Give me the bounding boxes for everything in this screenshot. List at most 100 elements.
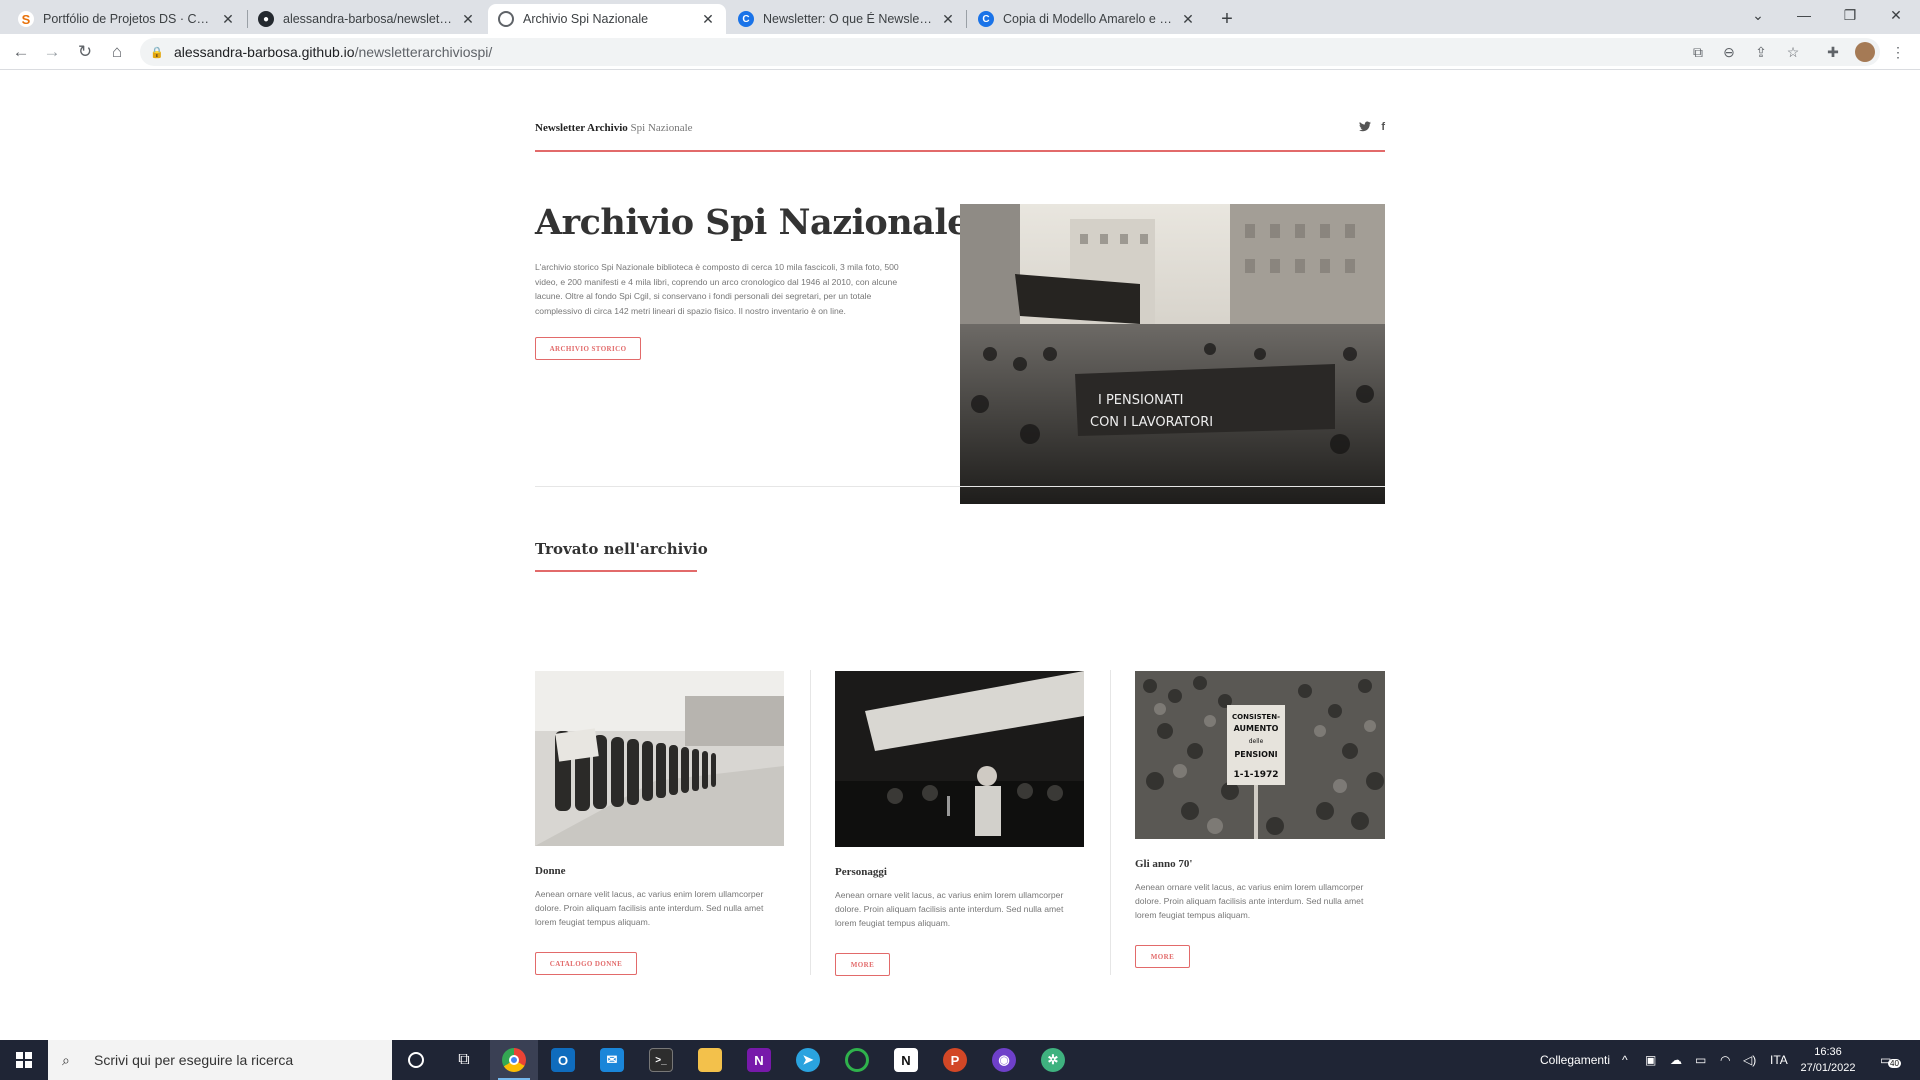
browser-toolbar: ← → ↻ ⌂ 🔒 alessandra-barbosa.github.io/n…: [0, 34, 1920, 70]
card-description: Aenean ornare velit lacus, ac varius eni…: [535, 889, 764, 928]
protest-photo-illustration: I PENSIONATI CON I LAVORATORI: [960, 204, 1385, 504]
facebook-icon[interactable]: f: [1381, 121, 1385, 135]
windows-logo-icon: [16, 1052, 32, 1068]
bookmark-star-icon[interactable]: ☆: [1783, 42, 1803, 62]
hero-title: Archivio Spi Nazionale: [535, 202, 969, 243]
cortana-icon[interactable]: [392, 1040, 440, 1080]
site-brand[interactable]: Newsletter Archivio Spi Nazionale: [535, 122, 693, 134]
card-photo-anni-70[interactable]: CONSISTEN- AUMENTO delle PENSIONI 1-1-19…: [1135, 671, 1385, 839]
file-explorer-taskbar-icon[interactable]: [686, 1040, 734, 1080]
close-tab-icon[interactable]: ✕: [940, 11, 956, 28]
volume-tray-icon[interactable]: ◁): [1743, 1040, 1756, 1080]
home-icon[interactable]: ⌂: [103, 38, 131, 66]
powerpoint-taskbar-icon[interactable]: P: [931, 1040, 979, 1080]
menu-kebab-icon[interactable]: ⋮: [1888, 42, 1908, 62]
crowd-sign-photo-illustration: CONSISTEN- AUMENTO delle PENSIONI 1-1-19…: [1135, 671, 1385, 839]
github-favicon-icon: ●: [258, 11, 274, 27]
catalogo-donne-button[interactable]: CATALOGO DONNE: [535, 952, 637, 975]
mail-taskbar-icon[interactable]: ✉: [588, 1040, 636, 1080]
new-tab-button[interactable]: +: [1214, 6, 1240, 32]
chrome-taskbar-icon[interactable]: [490, 1040, 538, 1080]
twitter-icon[interactable]: [1359, 121, 1372, 135]
web-page: Newsletter Archivio Spi Nazionale f Arch…: [0, 70, 1920, 1040]
close-tab-icon[interactable]: ✕: [700, 11, 716, 28]
taskbar-search-input[interactable]: ⌕ Scrivi qui per eseguire la ricerca: [48, 1040, 392, 1080]
canva-favicon-icon: C: [978, 11, 994, 27]
zoom-icon[interactable]: ⊖: [1719, 42, 1739, 62]
globe-favicon-icon: [498, 11, 514, 27]
close-tab-icon[interactable]: ✕: [460, 11, 476, 28]
portfolio-favicon-icon: S: [18, 11, 34, 27]
start-button[interactable]: [0, 1040, 48, 1080]
column-separator: [1110, 670, 1111, 975]
close-tab-icon[interactable]: ✕: [1180, 11, 1196, 28]
address-bar[interactable]: 🔒 alessandra-barbosa.github.io/newslette…: [140, 38, 1880, 66]
tab-separator: [966, 10, 967, 28]
translate-icon[interactable]: ⧉: [1688, 42, 1708, 62]
notion-taskbar-icon[interactable]: N: [882, 1040, 930, 1080]
browser-tab[interactable]: ● alessandra-barbosa/newsletterar ✕: [248, 4, 486, 34]
tab-search-icon[interactable]: ⌄: [1735, 0, 1781, 30]
task-view-icon[interactable]: ⧉: [440, 1040, 488, 1080]
taskbar-clock[interactable]: 16:36 27/01/2022: [1786, 1044, 1870, 1076]
windows-taskbar: ⌕ Scrivi qui per eseguire la ricerca ⧉ O…: [0, 1040, 1920, 1080]
canva-favicon-icon: C: [738, 11, 754, 27]
app-taskbar-icon[interactable]: ✲: [1029, 1040, 1077, 1080]
reload-icon[interactable]: ↻: [71, 38, 99, 66]
browser-tab[interactable]: C Newsletter: O que É Newsletter? ✕: [728, 4, 966, 34]
browser-tab-bar: S Portfólio de Projetos DS · Comun ✕ ● a…: [0, 0, 1920, 34]
card-title: Donne: [535, 865, 566, 877]
close-window-button[interactable]: ✕: [1873, 0, 1919, 30]
profile-avatar[interactable]: [1855, 42, 1875, 62]
extensions-icon[interactable]: ✚: [1823, 42, 1843, 62]
restore-button[interactable]: ❐: [1827, 0, 1873, 30]
social-links: f: [1359, 121, 1385, 135]
svg-text:PENSIONI: PENSIONI: [1234, 750, 1277, 759]
terminal-taskbar-icon[interactable]: >_: [637, 1040, 685, 1080]
links-toolbar[interactable]: Collegamenti: [1540, 1040, 1610, 1080]
lock-icon: 🔒: [150, 46, 164, 59]
onenote-taskbar-icon[interactable]: N: [735, 1040, 783, 1080]
more-button[interactable]: MORE: [1135, 945, 1190, 968]
back-arrow-icon[interactable]: ←: [7, 38, 35, 66]
telegram-taskbar-icon[interactable]: ➤: [784, 1040, 832, 1080]
card-description: Aenean ornare velit lacus, ac varius eni…: [1135, 882, 1364, 921]
card-description: Aenean ornare velit lacus, ac varius eni…: [835, 890, 1064, 929]
svg-text:CONSISTEN-: CONSISTEN-: [1232, 713, 1280, 721]
search-icon: ⌕: [62, 1051, 70, 1068]
site-header: Newsletter Archivio Spi Nazionale f: [535, 70, 1385, 152]
close-tab-icon[interactable]: ✕: [220, 11, 236, 28]
github-desktop-taskbar-icon[interactable]: ◉: [980, 1040, 1028, 1080]
more-button[interactable]: MORE: [835, 953, 890, 976]
hero-photo: I PENSIONATI CON I LAVORATORI: [960, 204, 1385, 504]
card-title: Personaggi: [835, 866, 887, 878]
outlook-taskbar-icon[interactable]: O: [539, 1040, 587, 1080]
women-march-photo-illustration: [535, 671, 784, 846]
section-title: Trovato nell'archivio: [535, 540, 708, 558]
minimize-button[interactable]: —: [1781, 0, 1827, 30]
card-photo-donne[interactable]: [535, 671, 784, 846]
speaker-podium-photo-illustration: [835, 671, 1084, 847]
browser-tab[interactable]: S Portfólio de Projetos DS · Comun ✕: [8, 4, 246, 34]
battery-tray-icon[interactable]: ▭: [1695, 1040, 1706, 1080]
share-icon[interactable]: ⇪: [1751, 42, 1771, 62]
svg-text:delle: delle: [1249, 738, 1264, 745]
notifications-icon[interactable]: ▭ 40: [1880, 1040, 1901, 1080]
svg-text:AUMENTO: AUMENTO: [1234, 724, 1279, 733]
card-title: Gli anno 70': [1135, 858, 1193, 870]
section-title-underline: [535, 570, 697, 572]
svg-text:I PENSIONATI: I PENSIONATI: [1098, 393, 1183, 408]
tray-chevron-icon[interactable]: ^: [1622, 1040, 1628, 1080]
wifi-tray-icon[interactable]: ◠: [1720, 1040, 1730, 1080]
section-divider: [535, 486, 1385, 487]
defender-tray-icon[interactable]: ▣: [1645, 1040, 1656, 1080]
browser-tab-active[interactable]: Archivio Spi Nazionale ✕: [488, 4, 726, 34]
svg-text:1-1-1972: 1-1-1972: [1233, 770, 1278, 780]
sync-taskbar-icon[interactable]: [833, 1040, 881, 1080]
browser-tab[interactable]: C Copia di Modello Amarelo e Bran ✕: [968, 4, 1206, 34]
forward-arrow-icon[interactable]: →: [38, 38, 66, 66]
archivio-storico-button[interactable]: ARCHIVIO STORICO: [535, 337, 641, 360]
onedrive-tray-icon[interactable]: ☁: [1670, 1040, 1682, 1080]
card-photo-personaggi[interactable]: [835, 671, 1084, 847]
column-separator: [810, 670, 811, 975]
